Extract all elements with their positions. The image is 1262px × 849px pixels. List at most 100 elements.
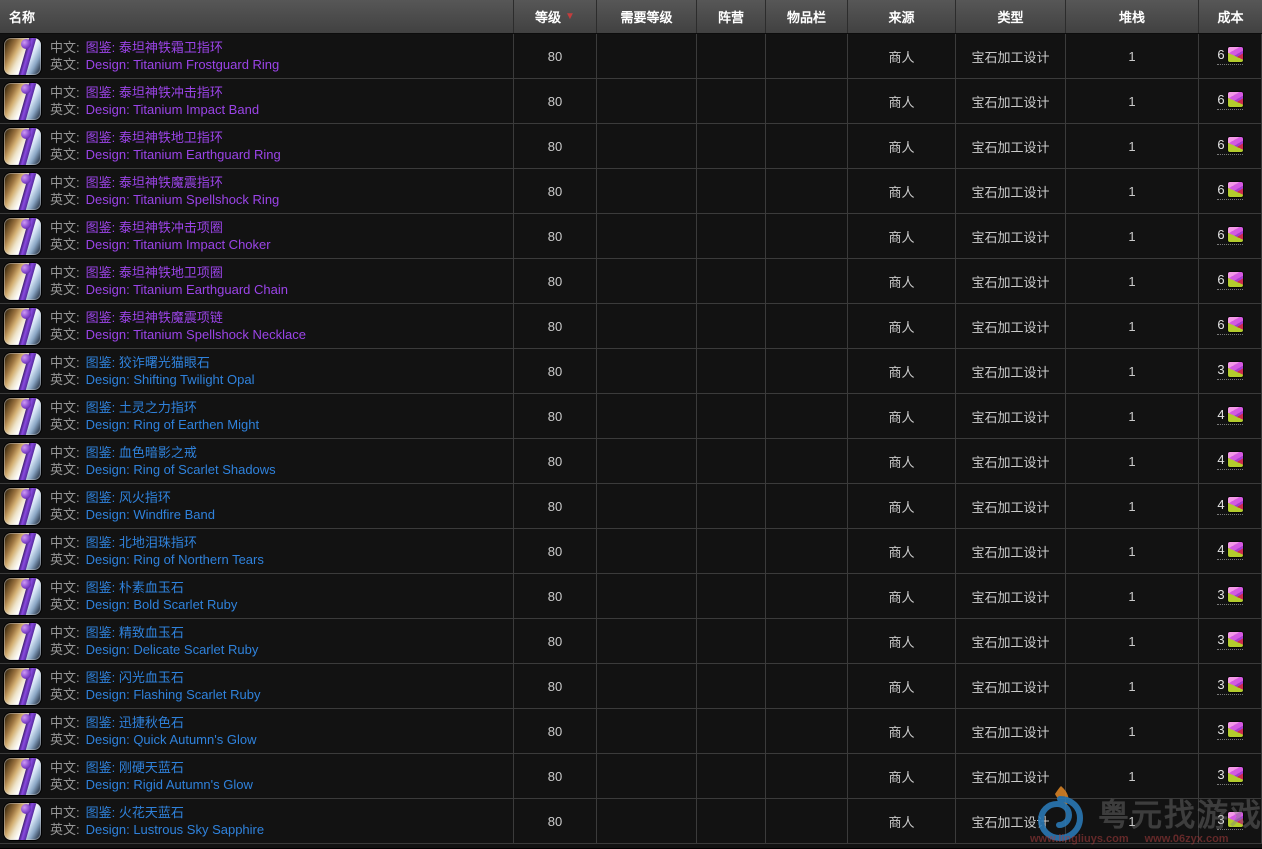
cost-value[interactable]: 6	[1217, 47, 1242, 65]
cost-value[interactable]: 3	[1217, 362, 1242, 380]
column-header-cost[interactable]: 成本	[1199, 0, 1262, 33]
cost-value[interactable]: 6	[1217, 272, 1242, 290]
column-header-source[interactable]: 来源	[848, 0, 956, 33]
item-name-cn-link[interactable]: 图鉴: 风火指环	[86, 490, 171, 505]
design-scroll-icon[interactable]	[4, 218, 41, 255]
design-scroll-icon[interactable]	[4, 308, 41, 345]
item-name-lines: 中文:图鉴: 泰坦神铁魔震项链 英文:Design: Titanium Spel…	[50, 309, 306, 343]
design-scroll-icon[interactable]	[4, 758, 41, 795]
design-scroll-icon[interactable]	[4, 38, 41, 75]
item-name-en-link[interactable]: Design: Ring of Northern Tears	[86, 552, 264, 567]
design-scroll-icon[interactable]	[4, 533, 41, 570]
item-name-cn-link[interactable]: 图鉴: 泰坦神铁地卫指环	[86, 130, 223, 145]
design-scroll-icon[interactable]	[4, 578, 41, 615]
design-scroll-icon[interactable]	[4, 443, 41, 480]
item-name-en-link[interactable]: Design: Quick Autumn's Glow	[86, 732, 257, 747]
item-name-en-link[interactable]: Design: Titanium Impact Band	[86, 102, 259, 117]
item-name-cn-link[interactable]: 图鉴: 泰坦神铁霜卫指环	[86, 40, 223, 55]
item-name-en-link[interactable]: Design: Titanium Spellshock Necklace	[86, 327, 306, 342]
level-cell: 80	[514, 484, 597, 528]
column-header-faction[interactable]: 阵营	[697, 0, 766, 33]
item-name-en-link[interactable]: Design: Lustrous Sky Sapphire	[86, 822, 264, 837]
cost-value[interactable]: 6	[1217, 317, 1242, 335]
name-cell: 中文:图鉴: 泰坦神铁冲击项圈 英文:Design: Titanium Impa…	[0, 214, 514, 258]
cost-value[interactable]: 6	[1217, 227, 1242, 245]
item-name-cn-link[interactable]: 图鉴: 泰坦神铁魔震指环	[86, 175, 223, 190]
design-scroll-icon[interactable]	[4, 353, 41, 390]
item-name-en-link[interactable]: Design: Bold Scarlet Ruby	[86, 597, 238, 612]
cost-value[interactable]: 4	[1217, 452, 1242, 470]
cost-value[interactable]: 4	[1217, 497, 1242, 515]
cost-value[interactable]: 3	[1217, 722, 1242, 740]
cost-value[interactable]: 3	[1217, 587, 1242, 605]
cost-value[interactable]: 4	[1217, 542, 1242, 560]
cost-value[interactable]: 3	[1217, 677, 1242, 695]
item-name-cn-link[interactable]: 图鉴: 泰坦神铁冲击项圈	[86, 220, 223, 235]
column-header-stack[interactable]: 堆栈	[1066, 0, 1199, 33]
item-name-cn-link[interactable]: 图鉴: 火花天蓝石	[86, 805, 184, 820]
item-name-en-link[interactable]: Design: Titanium Frostguard Ring	[86, 57, 280, 72]
item-name-en-link[interactable]: Design: Titanium Earthguard Chain	[86, 282, 288, 297]
item-name-lines: 中文:图鉴: 泰坦神铁魔震指环 英文:Design: Titanium Spel…	[50, 174, 279, 208]
table-body: 中文: 图鉴: 泰坦神铁霜卫指环 英文: Design: Titanium Fros…	[0, 34, 1262, 844]
item-name-cn-link[interactable]: 图鉴: 闪光血玉石	[86, 670, 184, 685]
item-name-en-link[interactable]: Design: Titanium Spellshock Ring	[86, 192, 280, 207]
stack-cell: 1	[1066, 124, 1199, 168]
column-header-level[interactable]: 等级▼	[514, 0, 597, 33]
design-scroll-icon[interactable]	[4, 713, 41, 750]
item-name-cn-link[interactable]: 图鉴: 刚硬天蓝石	[86, 760, 184, 775]
jewelcrafters-token-icon	[1228, 137, 1243, 152]
item-name-cn-link[interactable]: 图鉴: 精致血玉石	[86, 625, 184, 640]
item-name-en-link[interactable]: Design: Titanium Earthguard Ring	[86, 147, 281, 162]
source-cell: 商人	[848, 664, 956, 708]
cost-value[interactable]: 4	[1217, 407, 1242, 425]
item-name-cn-link[interactable]: 图鉴: 泰坦神铁冲击指环	[86, 85, 223, 100]
item-name-cn-link[interactable]: 图鉴: 迅捷秋色石	[86, 715, 184, 730]
item-name-en-link[interactable]: Design: Ring of Earthen Might	[86, 417, 259, 432]
item-name-en-link[interactable]: Design: Flashing Scarlet Ruby	[86, 687, 261, 702]
design-scroll-icon[interactable]	[4, 488, 41, 525]
design-scroll-icon[interactable]	[4, 623, 41, 660]
cost-value[interactable]: 3	[1217, 812, 1242, 830]
item-name-lines: 中文:图鉴: 朴素血玉石 英文:Design: Bold Scarlet Rub…	[50, 579, 237, 613]
cost-value[interactable]: 3	[1217, 767, 1242, 785]
item-name-en-link[interactable]: Design: Windfire Band	[86, 507, 215, 522]
column-header-req-level[interactable]: 需要等级	[597, 0, 697, 33]
item-name-en-link[interactable]: Design: Titanium Impact Choker	[86, 237, 271, 252]
column-header-type[interactable]: 类型	[956, 0, 1066, 33]
design-scroll-icon[interactable]	[4, 803, 41, 840]
faction-cell	[697, 529, 766, 573]
item-name-cn-link[interactable]: 图鉴: 狡诈曙光猫眼石	[86, 355, 210, 370]
cn-name-line: 中文:图鉴: 火花天蓝石	[50, 804, 264, 821]
cost-cell: 3	[1199, 574, 1262, 618]
design-scroll-icon[interactable]	[4, 263, 41, 300]
item-name-lines: 中文:图鉴: 闪光血玉石 英文:Design: Flashing Scarlet…	[50, 669, 260, 703]
cost-value[interactable]: 6	[1217, 137, 1242, 155]
slot-cell	[766, 304, 848, 348]
cost-value[interactable]: 6	[1217, 92, 1242, 110]
design-scroll-icon[interactable]	[4, 83, 41, 120]
faction-cell	[697, 169, 766, 213]
item-name-cn-link[interactable]: 图鉴: 北地泪珠指环	[86, 535, 197, 550]
cn-label: 中文:	[50, 220, 80, 235]
faction-cell	[697, 709, 766, 753]
cost-value[interactable]: 3	[1217, 632, 1242, 650]
item-name-cn-link[interactable]: 图鉴: 泰坦神铁地卫项圈	[86, 265, 223, 280]
item-name-en-link[interactable]: Design: Rigid Autumn's Glow	[86, 777, 253, 792]
item-name-cn-link[interactable]: 图鉴: 血色暗影之戒	[86, 445, 197, 460]
design-scroll-icon[interactable]	[4, 128, 41, 165]
design-scroll-icon[interactable]	[4, 668, 41, 705]
item-name-cn-link[interactable]: 图鉴: 泰坦神铁魔震项链	[86, 310, 223, 325]
cn-label: 中文:	[50, 490, 80, 505]
item-name-en-link[interactable]: Design: Shifting Twilight Opal	[86, 372, 255, 387]
design-scroll-icon[interactable]	[4, 173, 41, 210]
item-name-en-link[interactable]: Design: Delicate Scarlet Ruby	[86, 642, 259, 657]
cost-value[interactable]: 6	[1217, 182, 1242, 200]
en-label: 英文:	[50, 597, 80, 612]
design-scroll-icon[interactable]	[4, 398, 41, 435]
item-name-cn-link[interactable]: 图鉴: 土灵之力指环	[86, 400, 197, 415]
item-name-cn-link[interactable]: 图鉴: 朴素血玉石	[86, 580, 184, 595]
column-header-slot[interactable]: 物品栏	[766, 0, 848, 33]
column-header-name[interactable]: 名称	[0, 0, 514, 33]
item-name-en-link[interactable]: Design: Ring of Scarlet Shadows	[86, 462, 276, 477]
